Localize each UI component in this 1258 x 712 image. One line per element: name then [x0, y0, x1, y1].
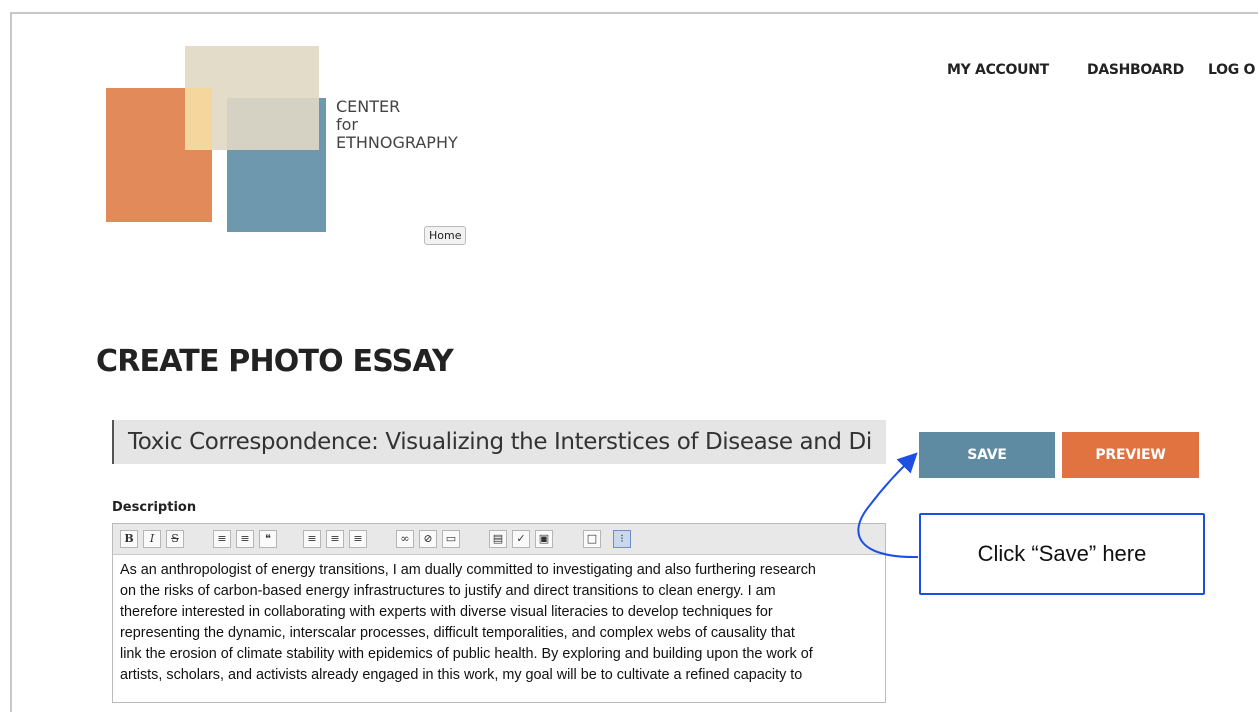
- numbered-list-icon[interactable]: ≡: [236, 530, 254, 548]
- editor-toolbar: B I S ≡ ≡ ❝ ≡ ≡ ≡ ∞ ⊘ ▭ ▤ ✓ ▣ □ ⁝: [113, 524, 885, 555]
- description-line: on the risks of carbon-based energy infr…: [120, 583, 776, 599]
- brand-name: CENTER for ETHNOGRAPHY: [336, 98, 458, 152]
- unlink-icon[interactable]: ⊘: [419, 530, 437, 548]
- home-button[interactable]: Home: [424, 226, 467, 245]
- nav-my-account[interactable]: MY ACCOUNT: [947, 62, 1049, 78]
- nav-logout[interactable]: LOG O: [1208, 62, 1255, 78]
- insert-image-icon[interactable]: ▣: [535, 530, 553, 548]
- bullet-list-icon[interactable]: ≡: [213, 530, 231, 548]
- bold-icon[interactable]: B: [120, 530, 138, 548]
- blockquote-icon[interactable]: ❝: [259, 530, 277, 548]
- description-label: Description: [112, 500, 197, 515]
- site-logo[interactable]: CENTER for ETHNOGRAPHY: [106, 46, 458, 246]
- strikethrough-icon[interactable]: S: [166, 530, 184, 548]
- page-title: CREATE PHOTO ESSAY: [96, 344, 454, 379]
- description-text[interactable]: As an anthropologist of energy transitio…: [113, 555, 885, 691]
- link-icon[interactable]: ∞: [396, 530, 414, 548]
- align-center-icon[interactable]: ≡: [326, 530, 344, 548]
- toggle-toolbar-icon[interactable]: ▤: [489, 530, 507, 548]
- essay-title-input[interactable]: Toxic Correspondence: Visualizing the In…: [112, 420, 886, 464]
- fullscreen-icon[interactable]: □: [583, 530, 601, 548]
- preview-button[interactable]: PREVIEW: [1062, 432, 1199, 478]
- align-left-icon[interactable]: ≡: [303, 530, 321, 548]
- align-right-icon[interactable]: ≡: [349, 530, 367, 548]
- italic-icon[interactable]: I: [143, 530, 161, 548]
- brand-line-2: for: [336, 115, 358, 134]
- brand-line-3: ETHNOGRAPHY: [336, 133, 458, 152]
- description-line: link the erosion of climate stability wi…: [120, 646, 813, 662]
- description-line: As an anthropologist of energy transitio…: [120, 562, 816, 578]
- save-callout: Click “Save” here: [919, 513, 1205, 595]
- description-editor[interactable]: B I S ≡ ≡ ❝ ≡ ≡ ≡ ∞ ⊘ ▭ ▤ ✓ ▣ □ ⁝ As an anthropologist o…: [112, 523, 886, 703]
- nav-dashboard[interactable]: DASHBOARD: [1087, 62, 1184, 78]
- description-line: representing the dynamic, interscalar pr…: [120, 625, 795, 641]
- page-break-icon[interactable]: ▭: [442, 530, 460, 548]
- spellcheck-icon[interactable]: ✓: [512, 530, 530, 548]
- description-line: artists, scholars, and activists already…: [120, 667, 803, 683]
- logo-overlap: [185, 88, 212, 150]
- kitchen-sink-icon[interactable]: ⁝: [613, 530, 631, 548]
- logo-overlap-2: [227, 98, 319, 150]
- description-line: therefore interested in collaborating wi…: [120, 604, 773, 620]
- brand-line-1: CENTER: [336, 97, 401, 116]
